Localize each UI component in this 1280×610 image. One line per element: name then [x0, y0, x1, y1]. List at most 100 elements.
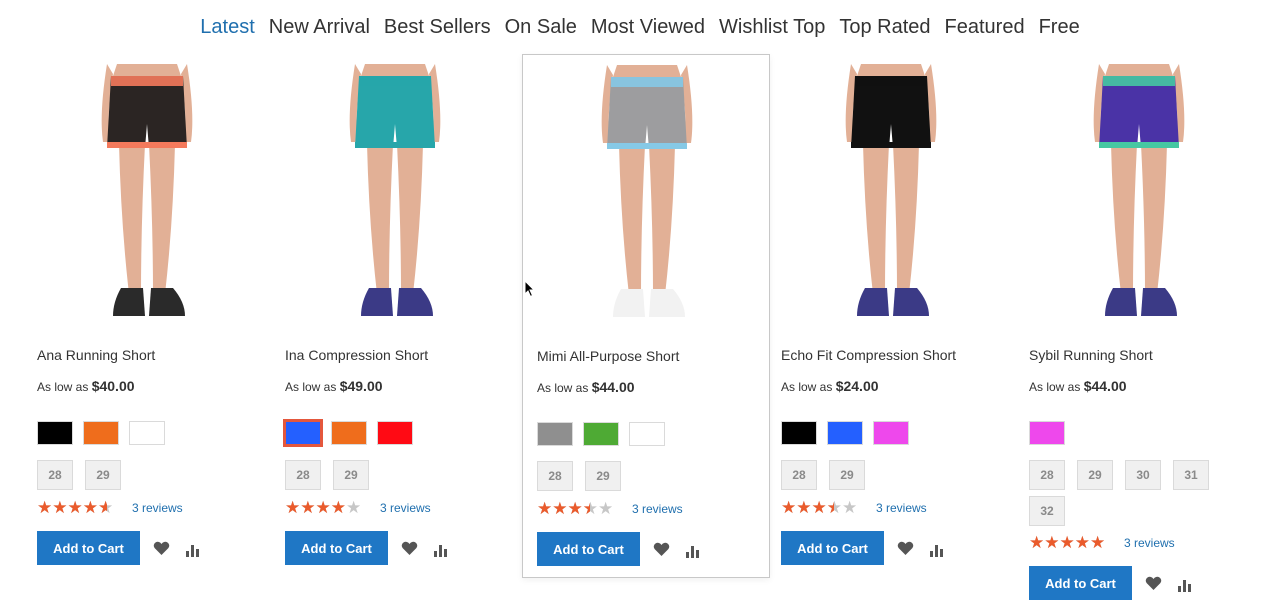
product-name[interactable]: Sybil Running Short: [1029, 347, 1153, 363]
product-name[interactable]: Ina Compression Short: [285, 347, 428, 363]
reviews-link[interactable]: 3 reviews: [632, 502, 683, 516]
product-photo[interactable]: [767, 64, 1015, 336]
color-swatch[interactable]: [331, 421, 367, 445]
color-swatch[interactable]: [873, 421, 909, 445]
add-to-cart-button[interactable]: Add to Cart: [781, 531, 884, 565]
size-options: 28 29: [285, 460, 475, 490]
tab-wishlist-top[interactable]: Wishlist Top: [712, 14, 832, 41]
size-option[interactable]: 28: [37, 460, 73, 490]
product-name[interactable]: Ana Running Short: [37, 347, 155, 363]
tab-best-sellers[interactable]: Best Sellers: [377, 14, 498, 41]
rating-stars: ★★★★★★★★★★: [537, 500, 614, 518]
tab-most-viewed[interactable]: Most Viewed: [584, 14, 712, 41]
price: $24.00: [835, 378, 879, 394]
heart-icon[interactable]: [652, 540, 670, 558]
product-name[interactable]: Mimi All-Purpose Short: [537, 348, 679, 364]
heart-icon[interactable]: [896, 539, 914, 557]
color-swatch[interactable]: [129, 421, 165, 445]
size-option[interactable]: 28: [537, 461, 573, 491]
color-swatch[interactable]: [537, 422, 573, 446]
size-option[interactable]: 29: [333, 460, 369, 490]
size-option[interactable]: 29: [829, 460, 865, 490]
product-actions: Add to Cart: [537, 532, 702, 566]
size-option[interactable]: 28: [781, 460, 817, 490]
product-photo[interactable]: [523, 65, 771, 337]
color-swatch[interactable]: [377, 421, 413, 445]
rating-stars: ★★★★★★★★★★: [285, 499, 362, 517]
price: $40.00: [91, 378, 135, 394]
size-options: 28 29: [781, 460, 971, 490]
size-option[interactable]: 29: [1077, 460, 1113, 490]
size-option[interactable]: 28: [285, 460, 321, 490]
rating-stars: ★★★★★★★★★★: [1029, 534, 1106, 552]
color-swatch[interactable]: [83, 421, 119, 445]
size-option[interactable]: 31: [1173, 460, 1209, 490]
heart-icon[interactable]: [152, 539, 170, 557]
heart-icon[interactable]: [1144, 574, 1162, 592]
tab-top-rated[interactable]: Top Rated: [832, 14, 937, 41]
reviews-link[interactable]: 3 reviews: [132, 501, 183, 515]
price: $49.00: [339, 378, 383, 394]
add-to-cart-button[interactable]: Add to Cart: [1029, 566, 1132, 600]
price-prefix: As low as: [285, 380, 337, 394]
bar-chart-icon[interactable]: [684, 540, 702, 558]
color-swatch[interactable]: [1029, 421, 1065, 445]
product-rating: ★★★★★★★★★★ 3 reviews: [285, 499, 431, 517]
product-photo[interactable]: [1015, 64, 1263, 336]
heart-icon[interactable]: [400, 539, 418, 557]
size-option[interactable]: 28: [1029, 460, 1065, 490]
product-photo[interactable]: [23, 64, 271, 336]
price-line: As low as $44.00: [1029, 378, 1127, 394]
product-rating: ★★★★★★★★★★ 3 reviews: [537, 500, 683, 518]
size-option[interactable]: 29: [85, 460, 121, 490]
color-swatches: [283, 419, 413, 447]
tab-on-sale[interactable]: On Sale: [498, 14, 584, 41]
product-card[interactable]: Ana Running Short As low as $40.00 28 29 ★★★…: [23, 54, 271, 578]
bar-chart-icon[interactable]: [1176, 574, 1194, 592]
product-card[interactable]: Sybil Running Short As low as $44.00 28 29 3…: [1015, 54, 1263, 600]
price-prefix: As low as: [537, 381, 589, 395]
add-to-cart-button[interactable]: Add to Cart: [285, 531, 388, 565]
price-line: As low as $40.00: [37, 378, 135, 394]
product-card[interactable]: Echo Fit Compression Short As low as $24.…: [767, 54, 1015, 578]
product-actions: Add to Cart: [1029, 566, 1194, 600]
color-swatches: [537, 422, 665, 446]
product-card[interactable]: Ina Compression Short As low as $49.00 28 2…: [271, 54, 519, 578]
bar-chart-icon[interactable]: [928, 539, 946, 557]
tab-free[interactable]: Free: [1032, 14, 1087, 41]
color-swatch[interactable]: [827, 421, 863, 445]
size-option[interactable]: 30: [1125, 460, 1161, 490]
size-options: 28 29 30 31 32: [1029, 460, 1219, 526]
color-swatch[interactable]: [583, 422, 619, 446]
price-line: As low as $44.00: [537, 379, 635, 395]
tab-featured[interactable]: Featured: [938, 14, 1032, 41]
reviews-link[interactable]: 3 reviews: [876, 501, 927, 515]
product-photo[interactable]: [271, 64, 519, 336]
product-card[interactable]: Mimi All-Purpose Short As low as $44.00 28…: [522, 54, 770, 578]
color-swatch[interactable]: [37, 421, 73, 445]
price: $44.00: [591, 379, 635, 395]
size-option[interactable]: 32: [1029, 496, 1065, 526]
product-rating: ★★★★★★★★★★ 3 reviews: [1029, 534, 1175, 552]
add-to-cart-button[interactable]: Add to Cart: [537, 532, 640, 566]
size-options: 28 29: [537, 461, 727, 491]
tab-new-arrival[interactable]: New Arrival: [262, 14, 377, 41]
price-line: As low as $24.00: [781, 378, 879, 394]
rating-stars: ★★★★★★★★★★: [37, 499, 114, 517]
product-name[interactable]: Echo Fit Compression Short: [781, 347, 956, 363]
price-line: As low as $49.00: [285, 378, 383, 394]
color-swatch[interactable]: [629, 422, 665, 446]
reviews-link[interactable]: 3 reviews: [1124, 536, 1175, 550]
bar-chart-icon[interactable]: [184, 539, 202, 557]
product-actions: Add to Cart: [285, 531, 450, 565]
color-swatches: [1029, 421, 1065, 445]
reviews-link[interactable]: 3 reviews: [380, 501, 431, 515]
color-swatch[interactable]: [283, 419, 323, 447]
bar-chart-icon[interactable]: [432, 539, 450, 557]
add-to-cart-button[interactable]: Add to Cart: [37, 531, 140, 565]
size-option[interactable]: 29: [585, 461, 621, 491]
product-rating: ★★★★★★★★★★ 3 reviews: [781, 499, 927, 517]
tab-latest[interactable]: Latest: [193, 14, 261, 41]
color-swatch[interactable]: [781, 421, 817, 445]
price-prefix: As low as: [37, 380, 89, 394]
